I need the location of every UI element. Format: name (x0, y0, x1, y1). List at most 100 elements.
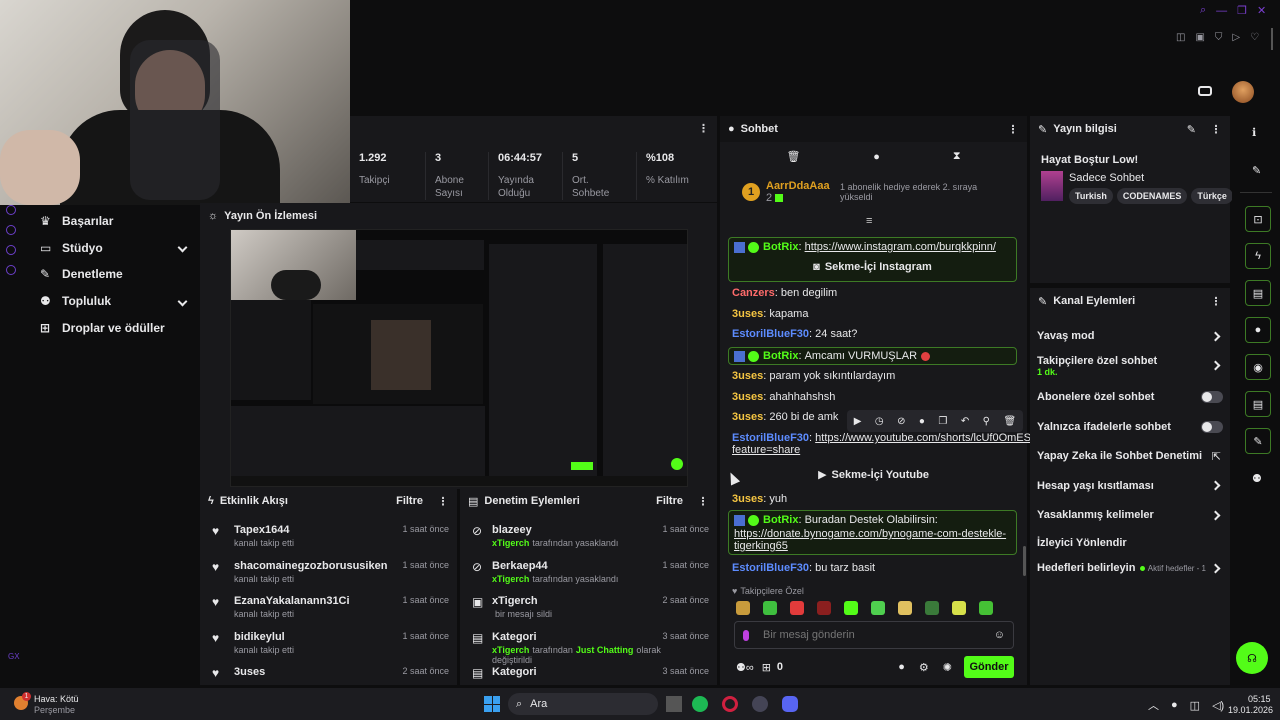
chat-link[interactable]: https://www.instagram.com/burqkkpinn/ (805, 241, 996, 253)
emote-icon[interactable] (898, 601, 912, 615)
toggle-switch[interactable] (1201, 391, 1223, 404)
chat-input[interactable] (763, 629, 994, 641)
moderator-name[interactable]: xTigerch (492, 538, 529, 548)
gamepad-icon[interactable] (1198, 86, 1212, 96)
gear-icon[interactable]: ⚙ (919, 661, 929, 674)
weather-text[interactable]: Hava: Kötü (34, 694, 79, 704)
activity-user[interactable]: bidikeylul (234, 631, 402, 643)
external-link-icon[interactable]: ⇱ (1212, 450, 1221, 463)
sidebar-item-1[interactable]: ♛ Başarılar (40, 208, 190, 235)
emote-icon[interactable] (925, 601, 939, 615)
chat-user[interactable]: 3uses (732, 370, 763, 382)
moderation-target[interactable]: xTigerch (492, 595, 662, 607)
pinned-collapse-icon[interactable]: ≡ (866, 215, 872, 227)
gift-box-icon[interactable]: ⊞ (762, 661, 771, 674)
channel-action-item[interactable]: Takipçilere özel sohbet 1 dk. (1037, 349, 1223, 383)
sidebar-mini-icon[interactable] (6, 225, 16, 235)
preview-video[interactable] (230, 229, 688, 487)
chat-link[interactable]: tigerking65 (734, 540, 1011, 552)
channel-action-item[interactable]: Yasaklanmış kelimeler (1037, 501, 1223, 531)
network-icon[interactable]: ◫ (1190, 699, 1200, 712)
chat-user[interactable]: EstorilBlueF30 (732, 328, 809, 340)
youtube-tab-button[interactable]: Sekme-İçi Youtube (832, 469, 929, 481)
copy-icon[interactable]: ❐ (938, 416, 947, 427)
chat-link[interactable]: feature=share (732, 444, 800, 456)
tag-pill[interactable]: CODENAMES (1116, 188, 1188, 204)
clock-time[interactable]: 05:15 (1248, 694, 1271, 704)
shield-icon[interactable]: ⛉ (1215, 32, 1223, 43)
moderation-target[interactable]: Kategori (492, 666, 662, 678)
chevron-right-icon[interactable] (1210, 563, 1221, 574)
sidebar-item-3[interactable]: ✎ Denetleme (40, 261, 190, 288)
chat-user[interactable]: BotRix (763, 350, 798, 362)
chat-user[interactable]: BotRix (763, 241, 798, 253)
undo-icon[interactable]: ↶ (961, 416, 969, 427)
chevron-down-icon[interactable] (177, 242, 188, 253)
emote-icon[interactable] (736, 601, 750, 615)
emote-icon[interactable] (979, 601, 993, 615)
chevron-right-icon[interactable] (1210, 360, 1221, 371)
activity-filter-button[interactable]: Filtre (396, 495, 423, 507)
send-button[interactable]: Gönder (964, 656, 1014, 678)
capture-icon[interactable]: ▣ (1195, 32, 1204, 43)
chat-input-box[interactable]: ☺ (734, 621, 1014, 649)
spotify-icon[interactable] (692, 696, 708, 712)
emote-icon[interactable] (844, 601, 858, 615)
list-item[interactable]: ♥ EzanaYakalanann31Ci kanalı takip etti 1 s… (212, 595, 449, 631)
capture-button[interactable]: ⊡ (1245, 206, 1271, 232)
tag-pill[interactable]: Türkçe (1191, 188, 1233, 204)
support-button[interactable]: ☊ (1236, 642, 1268, 674)
emote-icon[interactable] (763, 601, 777, 615)
avatar[interactable] (1232, 81, 1254, 103)
sidebar-item-4[interactable]: ⚉ Topluluk (40, 288, 190, 315)
chevron-up-icon[interactable]: ︿ (1148, 697, 1159, 713)
timeout-icon[interactable]: ◷ (875, 416, 884, 427)
sidebar-item-2[interactable]: ▭ Stüdyo (40, 235, 190, 262)
channel-action-item[interactable]: Abonelere özel sohbet (1037, 383, 1223, 413)
play-icon[interactable]: ▷ (1232, 32, 1240, 43)
chat-link[interactable]: https://www.youtube.com/shorts/lcUf0OmES… (815, 432, 1050, 444)
category-name[interactable]: Just Chatting (576, 645, 634, 655)
badge-icon[interactable]: ✺ (943, 661, 952, 674)
bolt-button[interactable]: ϟ (1245, 243, 1271, 269)
chat-user[interactable]: 3uses (732, 411, 763, 423)
chat-user[interactable]: Canzers (732, 287, 775, 299)
channel-action-item[interactable]: Hedefleri belirleyin Aktif hedefler - 1 (1037, 556, 1223, 582)
ban-icon[interactable]: ⊘ (897, 416, 905, 427)
chat-button[interactable]: ● (1245, 317, 1271, 343)
channel-action-item[interactable]: Yavaş mod (1037, 324, 1223, 349)
chevron-down-icon[interactable] (177, 296, 188, 307)
wrench-button[interactable]: ✎ (1245, 428, 1271, 454)
pin-icon[interactable]: ◫ (1176, 32, 1185, 43)
chat-menu-icon[interactable]: ⋮ (1007, 123, 1019, 136)
chat-user[interactable]: EstorilBlueF30 (732, 562, 809, 574)
mic-icon[interactable]: ● (1171, 699, 1178, 711)
sidebar-item-5[interactable]: ⊞ Droplar ve ödüller (40, 314, 190, 341)
chat-user[interactable]: 3uses (732, 391, 763, 403)
chevron-right-icon[interactable] (1210, 510, 1221, 521)
chat-bubble-icon[interactable]: ● (873, 151, 880, 163)
minimize-icon[interactable]: — (1216, 5, 1227, 17)
hourglass-icon[interactable]: ⧗ (953, 150, 961, 163)
opera-icon[interactable] (722, 696, 738, 712)
chat-user[interactable]: BotRix (763, 514, 798, 526)
list-item[interactable]: ▣ xTigerch bir mesajı sildi 2 saat önce (472, 595, 709, 631)
search-icon[interactable]: ⌕ (1200, 4, 1206, 17)
tag-pill[interactable]: Turkish (1069, 188, 1113, 204)
sidebar-mini-icon[interactable] (6, 245, 16, 255)
category-name[interactable]: Sadece Sohbet (1069, 172, 1144, 184)
broadcast-button[interactable]: ◉ (1245, 354, 1271, 380)
activity-user[interactable]: shacomainegzozborususiken (234, 560, 402, 572)
restore-icon[interactable]: ❐ (1237, 4, 1247, 17)
chat-scrollbar[interactable] (1023, 546, 1026, 576)
edit-icon[interactable]: ✎ (1187, 123, 1196, 136)
chat-user[interactable]: 3uses (732, 308, 763, 320)
activity-user[interactable]: 3uses (234, 666, 402, 678)
moderation-target[interactable]: Kategori (492, 631, 662, 643)
info-icon[interactable]: ℹ (1252, 126, 1256, 139)
taskbar-search[interactable]: ⌕ Ara (508, 693, 658, 715)
chat-link[interactable]: https://donate.bynogame.com/bynogame-com… (734, 528, 1011, 540)
toggle-switch[interactable] (1201, 420, 1223, 433)
moderation-menu-icon[interactable]: ⋮ (697, 495, 709, 508)
list-item[interactable]: ▤ Kategori xTigerch tarafından Just Chatting… (472, 631, 709, 667)
